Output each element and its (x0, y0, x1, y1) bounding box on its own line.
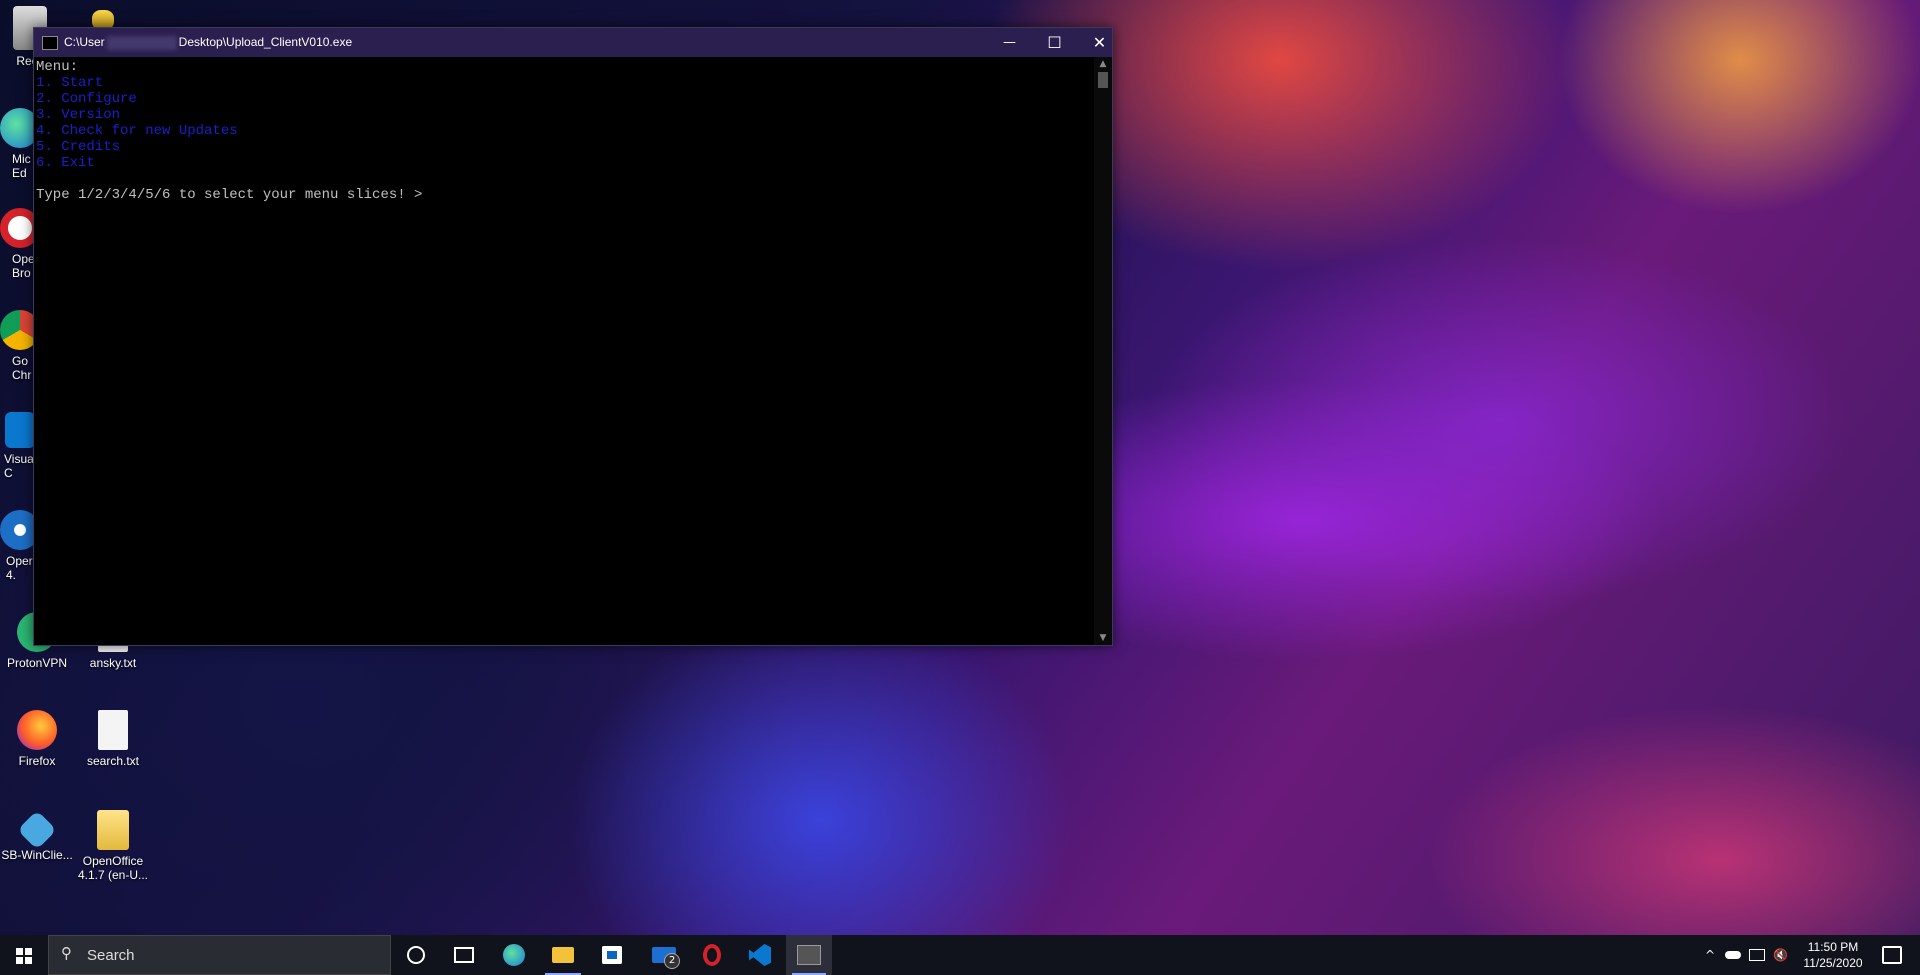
desktop-icon-label: OpenOffice 4.1.7 (en-U... (77, 854, 149, 882)
taskbar-edge[interactable] (490, 935, 538, 975)
taskbar-vscode[interactable] (736, 935, 784, 975)
folder-icon (552, 947, 574, 963)
console-scrollbar[interactable]: ▲ ▼ (1094, 57, 1112, 645)
text-file-icon (98, 710, 128, 750)
vscode-icon (749, 944, 771, 966)
console-output[interactable]: Menu: 1. Start 2. Configure 3. Version 4. Ch… (34, 57, 1094, 645)
opera-icon (703, 944, 721, 966)
windows-logo-icon (16, 948, 32, 964)
close-button[interactable]: ✕ (1077, 28, 1122, 57)
desktop-icon-sb-winclient[interactable]: SB-WinClie... (0, 810, 74, 862)
menu-item-configure: 2. Configure (36, 91, 137, 107)
console-titlebar[interactable]: C:\User Desktop\Upload_ClientV010.exe — ☐… (34, 28, 1112, 57)
desktop-icon-label: search.txt (86, 754, 140, 768)
menu-item-updates: 4. Check for new Updates (36, 123, 238, 139)
clock-time: 11:50 PM (1807, 940, 1859, 954)
console-prompt: Type 1/2/3/4/5/6 to select your menu sli… (36, 187, 423, 203)
menu-item-start: 1. Start (36, 75, 104, 91)
clock-date: 11/25/2020 (1803, 956, 1863, 970)
menu-item-version: 3. Version (36, 107, 121, 123)
sb-winclient-icon (17, 810, 57, 850)
console-app-icon (797, 945, 821, 965)
menu-header: Menu: (36, 59, 79, 75)
edge-icon (503, 944, 525, 966)
scroll-up-arrow-icon[interactable]: ▲ (1094, 57, 1112, 71)
folder-icon (97, 810, 129, 850)
taskbar-console[interactable] (786, 935, 832, 975)
vscode-icon (5, 412, 35, 448)
notifications-button[interactable] (1872, 935, 1912, 975)
taskbar-search-box[interactable]: ⚲ Search (48, 935, 391, 975)
desktop-icon-search-txt[interactable]: search.txt (76, 710, 150, 768)
desktop-icon-label: ProtonVPN (6, 656, 68, 670)
scroll-down-arrow-icon[interactable]: ▼ (1094, 631, 1112, 645)
search-icon: ⚲ (61, 944, 72, 962)
menu-item-exit: 6. Exit (36, 155, 95, 171)
redacted-username (106, 35, 177, 50)
menu-item-credits: 5. Credits (36, 139, 121, 155)
store-bag-icon (602, 946, 622, 964)
desktop-icon-firefox[interactable]: Firefox (0, 710, 74, 768)
taskbar-mail[interactable]: 2 (640, 935, 688, 975)
start-button[interactable] (0, 935, 48, 975)
console-app-icon (42, 36, 58, 50)
console-window[interactable]: C:\User Desktop\Upload_ClientV010.exe — ☐… (33, 27, 1113, 646)
desktop-icon-openoffice[interactable]: OpenOffice 4.1.7 (en-U... (76, 810, 150, 882)
taskbar-store[interactable] (588, 935, 636, 975)
maximize-button[interactable]: ☐ (1032, 28, 1077, 57)
task-view-icon (454, 947, 474, 963)
mail-badge: 2 (664, 953, 680, 969)
firefox-icon (17, 710, 57, 750)
taskbar-opera[interactable] (688, 935, 736, 975)
cortana-circle-icon (407, 946, 425, 964)
desktop-icon-label: Firefox (18, 754, 56, 768)
task-view-button[interactable] (440, 935, 488, 975)
chevron-up-icon[interactable]: ^ (1705, 948, 1715, 962)
onedrive-icon[interactable] (1725, 951, 1742, 959)
network-icon[interactable] (1749, 949, 1766, 961)
desktop-icon-label: ansky.txt (89, 656, 137, 670)
minimize-button[interactable]: — (987, 28, 1032, 57)
search-placeholder: Search (87, 947, 135, 964)
taskbar-clock[interactable]: 11:50 PM 11/25/2020 (1797, 939, 1869, 971)
system-tray: ^ 🔇 (1705, 935, 1795, 975)
taskbar: ⚲ Search 2 ^ 🔇 11:50 PM 11/25/2020 (0, 935, 1920, 975)
taskbar-file-explorer[interactable] (539, 935, 587, 975)
notification-icon (1882, 946, 1902, 964)
scrollbar-thumb[interactable] (1098, 72, 1108, 88)
desktop-icon-label: SB-WinClie... (1, 848, 73, 862)
console-title: C:\User Desktop\Upload_ClientV010.exe (64, 35, 353, 50)
cortana-button[interactable] (392, 935, 440, 975)
speaker-muted-icon[interactable]: 🔇 (1773, 948, 1788, 962)
